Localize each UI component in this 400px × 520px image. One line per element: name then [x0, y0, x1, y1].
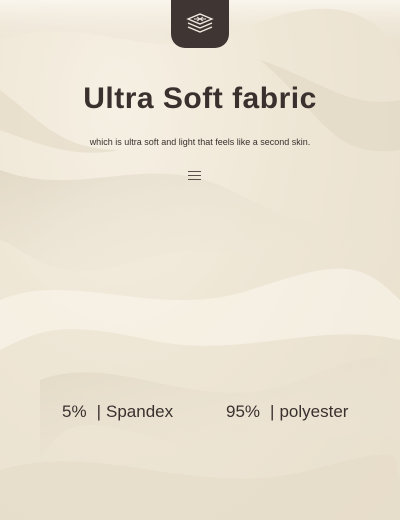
polyester-percent: 95%	[226, 402, 261, 421]
spandex-label: Spandex	[106, 402, 174, 421]
fabric-layers-icon	[185, 11, 215, 38]
polyester-label: polyester	[279, 402, 349, 421]
menu-icon	[188, 171, 201, 182]
fabric-folds-background	[0, 0, 400, 520]
subtitle: which is ultra soft and light that feels…	[89, 137, 311, 147]
composition-polyester: 95% | polyester	[226, 402, 348, 422]
fabric-banner: Ultra Soft fabric which is ultra soft an…	[0, 0, 400, 520]
composition-spandex: 5% | Spandex	[62, 402, 173, 422]
fabric-badge	[171, 0, 229, 48]
spandex-percent: 5%	[62, 402, 87, 421]
page-title: Ultra Soft fabric	[83, 82, 317, 115]
divider: |	[96, 402, 101, 421]
divider: |	[270, 402, 275, 421]
